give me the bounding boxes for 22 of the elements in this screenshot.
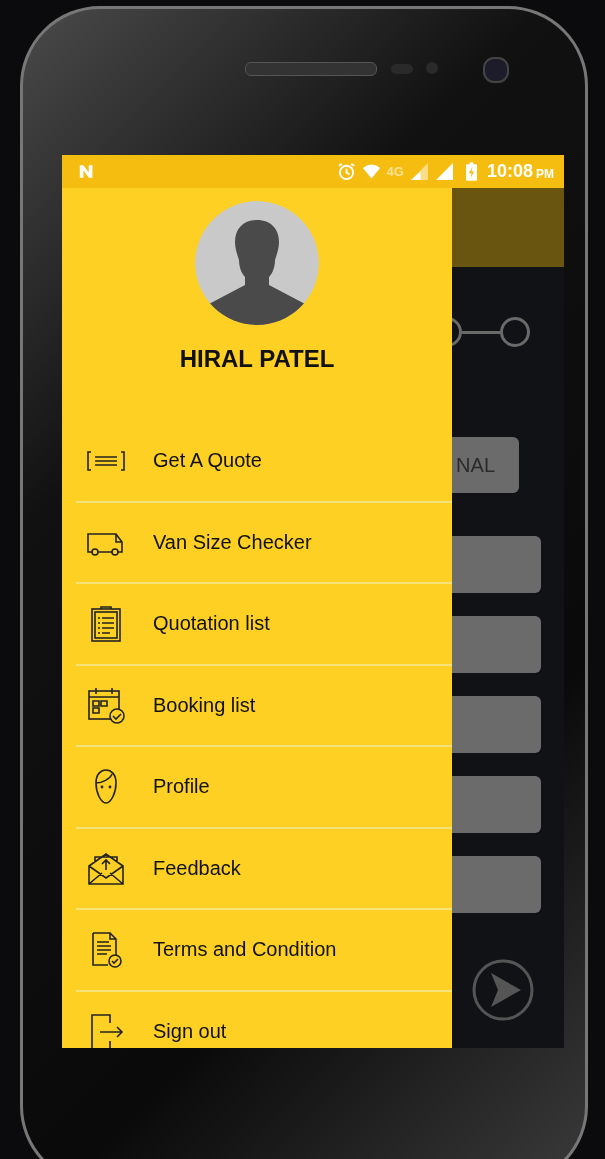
step-line (462, 330, 500, 334)
menu-item[interactable]: Get A Quote (76, 421, 452, 503)
signal-icon (434, 162, 454, 181)
step-circle (500, 317, 530, 347)
menu-item[interactable]: Feedback (76, 828, 452, 910)
signal-icon (409, 162, 429, 181)
battery-charging-icon (465, 162, 477, 181)
menu-item[interactable]: Terms and Condition (76, 910, 452, 992)
menu-item[interactable]: Quotation list (76, 584, 452, 666)
avatar-silhouette-icon (195, 201, 319, 325)
clock-time: 10:08 (486, 161, 533, 182)
user-name: HIRAL PATEL (179, 345, 335, 373)
camera-icon (483, 57, 509, 83)
menu-item[interactable]: Van Size Checker (76, 502, 452, 584)
menu-item[interactable]: Sign out (76, 991, 452, 1048)
calendar-icon (86, 685, 126, 726)
network-label: 4G (386, 164, 404, 179)
clock-period: PM (536, 166, 554, 181)
menu-item[interactable]: Profile (76, 747, 452, 829)
alarm-icon (336, 162, 356, 181)
menu-item[interactable]: Booking list (76, 665, 452, 747)
wifi-icon (361, 162, 381, 181)
